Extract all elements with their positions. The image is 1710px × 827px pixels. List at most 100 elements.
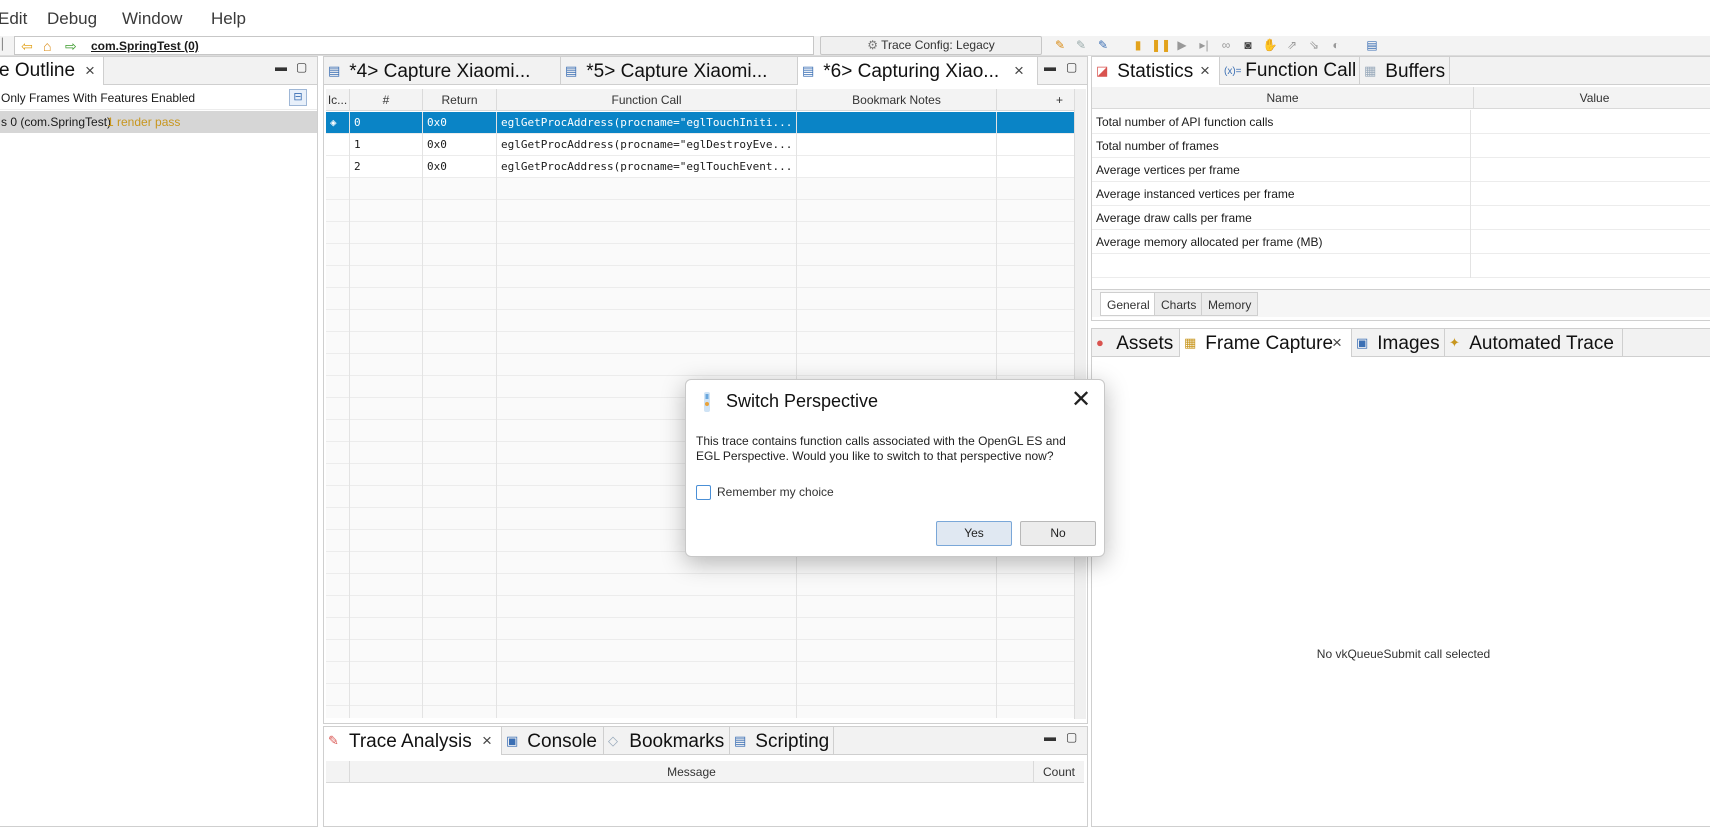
- close-icon[interactable]: ×: [1200, 57, 1210, 85]
- frame-capture-panel: ● Assets ▦ Frame Capture × ▣ Images ✦ Au…: [1091, 328, 1710, 827]
- tab-automated-trace[interactable]: ✦ Automated Trace: [1445, 329, 1623, 357]
- tab-bookmarks[interactable]: ◇ Bookmarks: [604, 727, 730, 755]
- col-function-call[interactable]: Function Call: [497, 89, 797, 111]
- tab-function-call[interactable]: (x)= Function Call: [1220, 57, 1360, 85]
- tab-capture-6[interactable]: ▤ *6> Capturing Xiao...: [798, 57, 1038, 85]
- tab-capture-4-label: *4> Capture Xiaomi...: [349, 61, 531, 82]
- menu-edit[interactable]: Edit: [0, 9, 27, 29]
- pause-icon[interactable]: ❚❚: [1151, 37, 1171, 53]
- no-button[interactable]: No: [1020, 521, 1096, 546]
- tab-assets-label: Assets: [1116, 333, 1174, 354]
- col-icon[interactable]: Ic...: [326, 89, 350, 111]
- row-index: 2: [350, 156, 423, 178]
- capture-tool-2-icon[interactable]: ✎: [1073, 37, 1089, 53]
- import-icon[interactable]: ⇘: [1306, 37, 1322, 53]
- minimize-icon[interactable]: ▬: [275, 60, 287, 74]
- tab-capture-4[interactable]: ▤ *4> Capture Xiaomi...: [324, 57, 561, 85]
- outline-tab-label: e Outline: [0, 60, 76, 81]
- add-column-button[interactable]: +: [997, 89, 1069, 111]
- yes-button[interactable]: Yes: [936, 521, 1012, 546]
- link-icon[interactable]: ∞: [1218, 37, 1234, 53]
- tab-buffers-label: Buffers: [1385, 61, 1446, 82]
- stat-row: Average vertices per frame: [1092, 158, 1710, 182]
- tab-console[interactable]: ▣ Console: [502, 727, 604, 755]
- forward-arrow-icon[interactable]: ⇨: [65, 37, 77, 55]
- breadcrumb-app-link[interactable]: com.SpringTest (0): [91, 39, 199, 53]
- play-icon[interactable]: ▶: [1174, 37, 1190, 53]
- row-icon-cell: [326, 156, 350, 178]
- capture-tool-3-icon[interactable]: ✎: [1095, 37, 1111, 53]
- close-icon[interactable]: ×: [1014, 57, 1024, 85]
- toolbar-edge-icon: ▏: [2, 39, 11, 51]
- close-icon[interactable]: ×: [85, 57, 95, 85]
- subtab-general[interactable]: General: [1100, 292, 1157, 316]
- trace-config-button[interactable]: ⚙ Trace Config: Legacy: [820, 36, 1042, 55]
- document-icon: ▤: [802, 63, 815, 78]
- stat-divider: [1470, 110, 1471, 134]
- dialog-message: This trace contains function calls assoc…: [696, 434, 1066, 463]
- col-divider: [496, 178, 497, 718]
- assets-icon: ●: [1096, 335, 1104, 350]
- tab-frame-capture[interactable]: ▦ Frame Capture: [1180, 329, 1352, 357]
- tab-trace-analysis[interactable]: ✎ Trace Analysis: [324, 727, 502, 755]
- subtab-memory[interactable]: Memory: [1201, 292, 1259, 316]
- close-icon[interactable]: ✕: [1071, 386, 1091, 414]
- stat-divider: [1470, 158, 1471, 182]
- minimize-icon[interactable]: ▬: [1044, 730, 1056, 744]
- tab-capture-5[interactable]: ▤ *5> Capture Xiaomi...: [561, 57, 798, 85]
- tree-item[interactable]: s 0 (com.SpringTest) 1 render pass: [0, 111, 317, 133]
- table-row[interactable]: 2 0x0 eglGetProcAddress(procname="eglTou…: [326, 156, 1074, 178]
- close-icon[interactable]: ×: [482, 727, 492, 755]
- col-name[interactable]: Name: [1092, 87, 1474, 109]
- row-function-call: eglGetProcAddress(procname="eglTouchEven…: [497, 156, 797, 178]
- row-return: 0x0: [423, 134, 497, 156]
- film-icon[interactable]: ▤: [1364, 37, 1380, 53]
- message-table-header: Message Count: [326, 761, 1084, 783]
- capture-tool-icon[interactable]: ✎: [1052, 37, 1068, 53]
- step-icon[interactable]: ▸|: [1196, 37, 1212, 53]
- step-frame-icon[interactable]: ▮: [1130, 37, 1146, 53]
- table-row[interactable]: ◈ 0 0x0 eglGetProcAddress(procname="eglT…: [326, 112, 1074, 134]
- contrast-icon[interactable]: ◐: [1328, 37, 1344, 53]
- col-message[interactable]: Message: [350, 761, 1034, 783]
- table-row[interactable]: 1 0x0 eglGetProcAddress(procname="eglDes…: [326, 134, 1074, 156]
- row-return: 0x0: [423, 156, 497, 178]
- camera-icon[interactable]: ◙: [1240, 37, 1256, 53]
- collapse-all-icon[interactable]: ⊟: [289, 89, 307, 106]
- subtab-charts[interactable]: Charts: [1154, 292, 1204, 316]
- tab-assets[interactable]: ● Assets: [1092, 329, 1180, 357]
- stat-divider: [1470, 254, 1471, 278]
- script-icon: ▤: [734, 733, 747, 748]
- render-pass-badge: 1 render pass: [107, 115, 181, 129]
- menu-debug[interactable]: Debug: [47, 9, 97, 29]
- tab-scripting[interactable]: ▤ Scripting: [730, 727, 834, 755]
- col-return[interactable]: Return: [423, 89, 497, 111]
- col-value[interactable]: Value: [1474, 87, 1710, 109]
- minimize-icon[interactable]: ▬: [1044, 60, 1056, 74]
- col-count[interactable]: Count: [1034, 761, 1084, 783]
- col-bookmark-notes[interactable]: Bookmark Notes: [797, 89, 997, 111]
- analysis-tabbar: ✎ Trace Analysis × ▣ Console ◇ Bookmarks…: [324, 727, 1087, 755]
- remember-label: Remember my choice: [717, 485, 834, 499]
- remember-checkbox[interactable]: [696, 485, 711, 500]
- close-icon[interactable]: ×: [1332, 329, 1342, 357]
- home-icon[interactable]: ⌂: [43, 37, 51, 55]
- col-index[interactable]: #: [350, 89, 423, 111]
- maximize-icon[interactable]: ▢: [1066, 60, 1077, 74]
- maximize-icon[interactable]: ▢: [1066, 730, 1077, 744]
- back-arrow-icon[interactable]: ⇦: [21, 37, 33, 55]
- export-icon[interactable]: ⇗: [1284, 37, 1300, 53]
- tab-automated-trace-label: Automated Trace: [1469, 333, 1614, 354]
- menu-window[interactable]: Window: [122, 9, 182, 29]
- tab-images[interactable]: ▣ Images: [1352, 329, 1445, 357]
- hand-icon[interactable]: ✋: [1262, 37, 1278, 53]
- empty-message: No vkQueueSubmit call selected: [1316, 647, 1491, 661]
- tab-buffers[interactable]: ▦ Buffers: [1360, 57, 1450, 85]
- tab-capture-5-label: *5> Capture Xiaomi...: [586, 61, 768, 82]
- col-divider: [422, 178, 423, 718]
- menu-help[interactable]: Help: [211, 9, 246, 29]
- stat-name: Total number of API function calls: [1096, 115, 1274, 129]
- maximize-icon[interactable]: ▢: [296, 60, 307, 74]
- stats-header: Name Value: [1092, 87, 1710, 109]
- tab-function-call-label: Function Call: [1245, 60, 1357, 81]
